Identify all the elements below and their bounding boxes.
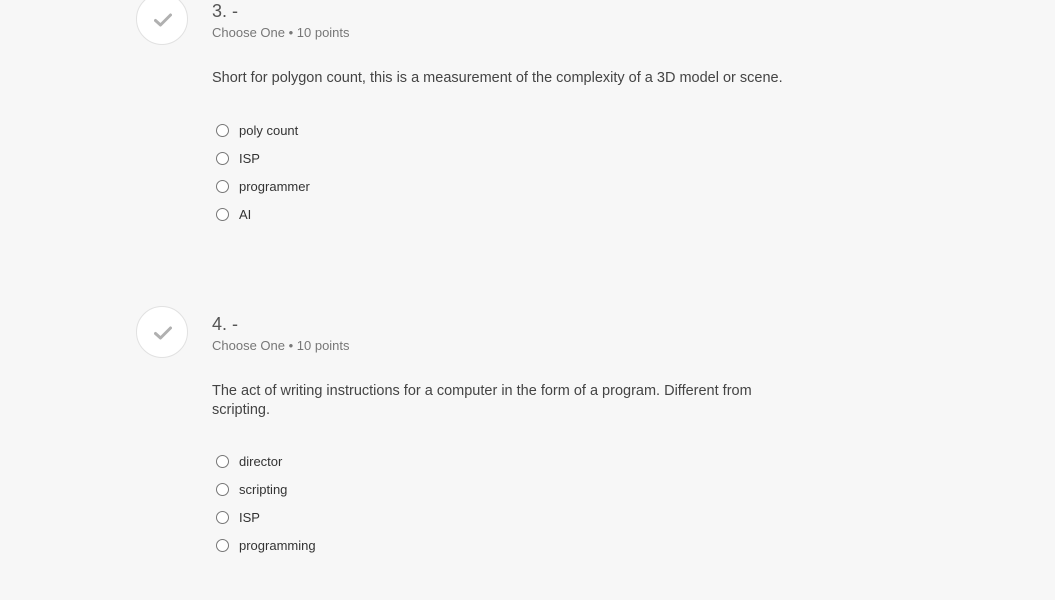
radio-icon[interactable] (216, 151, 229, 165)
answer-option[interactable]: ISP (216, 503, 616, 531)
answer-option[interactable]: poly count (216, 116, 616, 144)
answer-option-label: programmer (239, 178, 310, 194)
answer-option[interactable]: director (216, 447, 616, 475)
answer-option-label: director (239, 453, 283, 469)
answer-option[interactable]: ISP (216, 144, 616, 172)
question-meta: Choose One • 10 points (212, 338, 350, 353)
answer-options: poly count ISP programmer AI (216, 116, 616, 228)
answer-options: director scripting ISP programming (216, 447, 616, 559)
question-status-badge (136, 306, 188, 358)
quiz-page: 3. - Choose One • 10 points Short for po… (0, 0, 1055, 600)
question-status-badge (136, 0, 188, 45)
answer-option-label: poly count (239, 122, 299, 138)
radio-icon[interactable] (216, 207, 229, 221)
checkmark-icon (154, 13, 172, 27)
checkmark-icon (154, 326, 172, 340)
question-number: 4. - (212, 314, 239, 334)
question-number: 3. - (212, 1, 239, 21)
radio-icon[interactable] (216, 538, 229, 552)
radio-icon[interactable] (216, 454, 229, 468)
answer-option-label: ISP (239, 150, 260, 166)
answer-option[interactable]: programming (216, 531, 616, 559)
radio-icon[interactable] (216, 179, 229, 193)
answer-option-label: ISP (239, 509, 260, 525)
radio-icon[interactable] (216, 482, 229, 496)
answer-option-label: scripting (239, 481, 288, 497)
question-text: Short for polygon count, this is a measu… (212, 70, 783, 86)
question-meta: Choose One • 10 points (212, 25, 350, 40)
answer-option-label: programming (239, 537, 316, 553)
question-text: The act of writing instructions for a co… (212, 383, 752, 418)
answer-option[interactable]: programmer (216, 172, 616, 200)
answer-option[interactable]: scripting (216, 475, 616, 503)
answer-option[interactable]: AI (216, 200, 616, 228)
answer-option-label: AI (239, 206, 252, 222)
radio-icon[interactable] (216, 510, 229, 524)
radio-icon[interactable] (216, 123, 229, 137)
